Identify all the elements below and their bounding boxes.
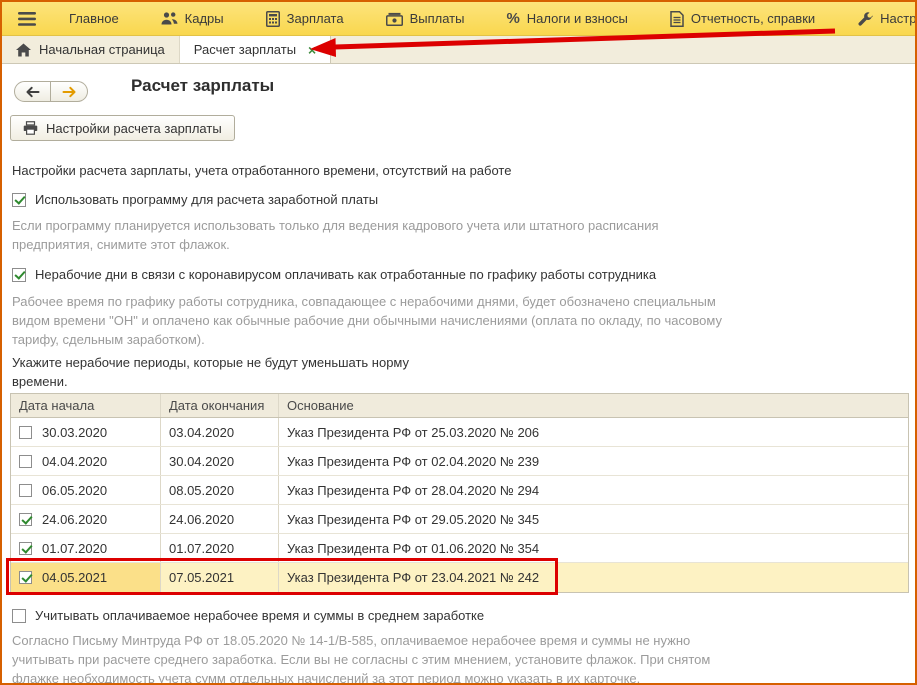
- end-date: 08.05.2020: [161, 476, 279, 504]
- average-earnings-hint: Согласно Письму Минтруда РФ от 18.05.202…: [12, 631, 744, 685]
- use-program-label[interactable]: Использовать программу для расчета зараб…: [35, 192, 378, 207]
- home-icon: [16, 43, 31, 57]
- calculator-icon: [266, 11, 280, 27]
- payments-icon: [386, 12, 403, 26]
- end-date: 07.05.2021: [161, 563, 279, 592]
- wrench-icon: [857, 11, 873, 27]
- table-header-row: Дата начала Дата окончания Основание: [11, 394, 908, 418]
- close-tab-icon[interactable]: ×: [308, 42, 316, 58]
- use-program-checkbox[interactable]: [12, 193, 26, 207]
- hamburger-menu-button[interactable]: [6, 2, 48, 35]
- row-checkbox[interactable]: [19, 571, 32, 584]
- tab-home-label: Начальная страница: [39, 42, 165, 57]
- menu-item-zarplata[interactable]: Зарплата: [245, 2, 365, 35]
- forward-arrow-icon: [62, 86, 77, 98]
- menu-item-nastroyka[interactable]: Настройка: [836, 2, 917, 35]
- menu-label: Настройка: [880, 11, 917, 26]
- end-date: 30.04.2020: [161, 447, 279, 475]
- row-checkbox[interactable]: [19, 484, 32, 497]
- basis: Указ Президента РФ от 23.04.2021 № 242: [279, 563, 908, 592]
- menu-label: Кадры: [185, 11, 224, 26]
- people-icon: [161, 11, 178, 26]
- history-nav: [14, 81, 88, 102]
- page-subtitle: Настройки расчета зарплаты, учета отрабо…: [12, 163, 511, 178]
- average-earnings-option: Учитывать оплачиваемое нерабочее время и…: [12, 608, 484, 623]
- app-window: Главное Кадры Зарплата Выплаты % Налоги …: [0, 0, 917, 685]
- average-earnings-label[interactable]: Учитывать оплачиваемое нерабочее время и…: [35, 608, 484, 623]
- tabbar: Начальная страница Расчет зарплаты ×: [2, 36, 915, 64]
- page-title: Расчет зарплаты: [131, 76, 274, 96]
- menu-item-otchetnost[interactable]: Отчетность, справки: [649, 2, 836, 35]
- end-date: 24.06.2020: [161, 505, 279, 533]
- end-date: 01.07.2020: [161, 534, 279, 562]
- main-menubar: Главное Кадры Зарплата Выплаты % Налоги …: [2, 2, 915, 36]
- menu-label: Зарплата: [287, 11, 344, 26]
- menu-label: Отчетность, справки: [691, 11, 815, 26]
- table-row[interactable]: 30.03.2020 03.04.2020 Указ Президента РФ…: [11, 418, 908, 447]
- start-date: 04.05.2021: [42, 570, 107, 585]
- column-header-start-date[interactable]: Дата начала: [11, 394, 161, 417]
- start-date: 30.03.2020: [42, 425, 107, 440]
- salary-settings-button[interactable]: Настройки расчета зарплаты: [10, 115, 235, 141]
- menu-label: Главное: [69, 11, 119, 26]
- menu-item-glavnoe[interactable]: Главное: [48, 2, 140, 35]
- hamburger-icon: [18, 12, 36, 26]
- table-row[interactable]: 04.04.2020 30.04.2020 Указ Президента РФ…: [11, 447, 908, 476]
- covid-days-hint: Рабочее время по графику работы сотрудни…: [12, 292, 744, 349]
- salary-settings-button-label: Настройки расчета зарплаты: [46, 121, 222, 136]
- column-header-end-date[interactable]: Дата окончания: [161, 394, 279, 417]
- start-date: 01.07.2020: [42, 541, 107, 556]
- row-checkbox[interactable]: [19, 542, 32, 555]
- basis: Указ Президента РФ от 28.04.2020 № 294: [279, 476, 908, 504]
- average-earnings-checkbox[interactable]: [12, 609, 26, 623]
- covid-days-option: Нерабочие дни в связи с коронавирусом оп…: [12, 267, 656, 282]
- use-program-option: Использовать программу для расчета зараб…: [12, 192, 378, 207]
- table-row[interactable]: 06.05.2020 08.05.2020 Указ Президента РФ…: [11, 476, 908, 505]
- basis: Указ Президента РФ от 02.04.2020 № 239: [279, 447, 908, 475]
- tab-home[interactable]: Начальная страница: [2, 36, 180, 63]
- percent-icon: %: [506, 11, 519, 26]
- row-checkbox[interactable]: [19, 513, 32, 526]
- row-checkbox[interactable]: [19, 455, 32, 468]
- column-header-basis[interactable]: Основание: [279, 394, 908, 417]
- end-date: 03.04.2020: [161, 418, 279, 446]
- table-row[interactable]: 01.07.2020 01.07.2020 Указ Президента РФ…: [11, 534, 908, 563]
- start-date: 04.04.2020: [42, 454, 107, 469]
- covid-days-label[interactable]: Нерабочие дни в связи с коронавирусом оп…: [35, 267, 656, 282]
- covid-days-checkbox[interactable]: [12, 268, 26, 282]
- menu-item-nalogi[interactable]: % Налоги и взносы: [485, 2, 648, 35]
- nonworking-periods-table: Дата начала Дата окончания Основание 30.…: [10, 393, 909, 593]
- report-icon: [670, 11, 684, 27]
- start-date: 24.06.2020: [42, 512, 107, 527]
- row-checkbox[interactable]: [19, 426, 32, 439]
- basis: Указ Президента РФ от 01.06.2020 № 354: [279, 534, 908, 562]
- tab-raschet-zarplaty[interactable]: Расчет зарплаты ×: [180, 36, 331, 63]
- forward-button[interactable]: [51, 81, 88, 102]
- use-program-hint: Если программу планируется использовать …: [12, 216, 702, 254]
- table-row-selected[interactable]: 04.05.2021 07.05.2021 Указ Президента РФ…: [11, 563, 908, 592]
- menu-item-kadry[interactable]: Кадры: [140, 2, 245, 35]
- table-row[interactable]: 24.06.2020 24.06.2020 Указ Президента РФ…: [11, 505, 908, 534]
- basis: Указ Президента РФ от 25.03.2020 № 206: [279, 418, 908, 446]
- tab-active-label: Расчет зарплаты: [194, 42, 296, 57]
- basis: Указ Президента РФ от 29.05.2020 № 345: [279, 505, 908, 533]
- printer-icon: [23, 121, 38, 135]
- back-button[interactable]: [14, 81, 51, 102]
- start-date: 06.05.2020: [42, 483, 107, 498]
- periods-prompt: Укажите нерабочие периоды, которые не бу…: [12, 353, 462, 391]
- menu-label: Налоги и взносы: [527, 11, 628, 26]
- menu-label: Выплаты: [410, 11, 465, 26]
- menu-item-vyplaty[interactable]: Выплаты: [365, 2, 486, 35]
- back-arrow-icon: [25, 86, 40, 98]
